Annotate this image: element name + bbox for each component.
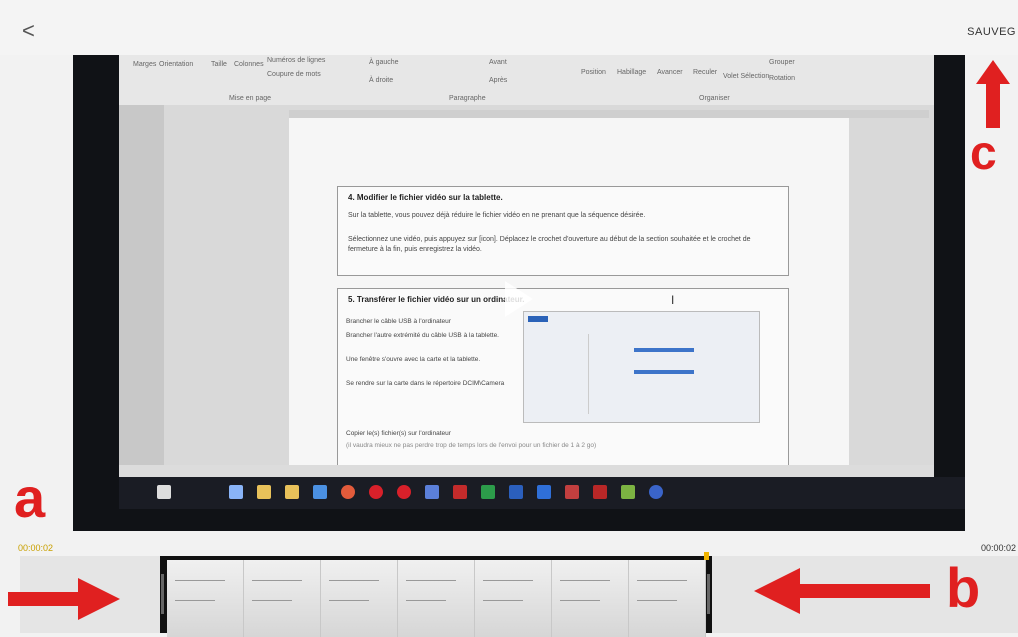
annotation-arrow-up-icon [976, 60, 1010, 84]
taskbar-icon [285, 485, 299, 499]
top-bar: < SAUVEG [0, 0, 1018, 55]
ribbon-item: Colonnes [234, 61, 264, 68]
taskbar-icon [509, 485, 523, 499]
ribbon-item: Après [489, 77, 508, 84]
ribbon-item: Marges [133, 61, 157, 68]
taskbar-icon [397, 485, 411, 499]
annotation-letter-c: c [970, 127, 997, 180]
section-4-box: 4. Modifier le fichier vidéo sur la tabl… [337, 186, 789, 276]
word-ribbon: Marges Orientation Taille Colonnes Numér… [119, 55, 934, 105]
section-4-paragraph-2: Sélectionnez une vidéo, puis appuyez sur… [348, 236, 751, 253]
ribbon-item: À gauche [369, 59, 399, 66]
windows-taskbar [119, 477, 965, 509]
taskbar-icon [593, 485, 607, 499]
taskbar-icon [257, 485, 271, 499]
ribbon-item: Orientation [159, 61, 194, 68]
taskbar-icon [565, 485, 579, 499]
ribbon-item: À droite [369, 77, 394, 84]
trim-selection[interactable] [160, 556, 712, 637]
taskbar-icon [341, 485, 355, 499]
timeline-frame [475, 560, 552, 637]
ribbon-item: Numéros de lignes [267, 57, 326, 64]
current-time: 00:00:02 [18, 543, 54, 553]
timeline-frame [552, 560, 629, 637]
end-time: 00:00:02 [980, 543, 1016, 553]
ribbon-group-label: Paragraphe [449, 95, 486, 102]
ribbon-item: Grouper [769, 59, 795, 66]
back-chevron-icon: < [22, 18, 35, 43]
taskbar-icon [369, 485, 383, 499]
ribbon-item: Reculer [693, 69, 718, 76]
taskbar-icon [537, 485, 551, 499]
ruler [289, 110, 929, 118]
taskbar-icon [453, 485, 467, 499]
explorer-screenshot [523, 311, 760, 423]
trim-start-handle[interactable] [161, 574, 164, 614]
left-margin-pane [119, 105, 164, 465]
word-status-bar [119, 465, 934, 477]
ribbon-group-label: Mise en page [229, 95, 272, 102]
ribbon-item: Rotation [769, 75, 796, 82]
timeline-frame [167, 560, 244, 637]
taskbar-icon [313, 485, 327, 499]
annotation-letter-b: b [946, 556, 981, 619]
annotation-arrow-left-icon [754, 568, 930, 614]
ribbon-group-label: Organiser [699, 95, 730, 102]
annotation-arrow-right-icon [8, 578, 120, 620]
taskbar-icon [621, 485, 635, 499]
timeline-frame [398, 560, 475, 637]
taskbar-icon [481, 485, 495, 499]
taskbar-icon [425, 485, 439, 499]
section-4-heading: 4. Modifier le fichier vidéo sur la tabl… [348, 193, 503, 202]
save-button[interactable]: SAUVEG [967, 26, 1016, 38]
play-icon[interactable] [505, 281, 533, 317]
ribbon-item: Avant [489, 59, 507, 66]
ribbon-item: Avancer [657, 69, 683, 76]
annotation-arrow-shaft [986, 84, 1000, 128]
ribbon-item: Coupure de mots [267, 71, 321, 78]
bullet-item: Une fenêtre s'ouvre avec la carte et la … [346, 356, 481, 363]
ribbon-item: Volet Sélection [723, 73, 770, 80]
footnote: (il vaudra mieux ne pas perdre trop de t… [346, 442, 597, 449]
taskbar-icon [649, 485, 663, 499]
section-5-heading: 5. Transférer le fichier vidéo sur un or… [348, 295, 525, 304]
section-5-box: 5. Transférer le fichier vidéo sur un or… [337, 288, 789, 470]
ribbon-item: Taille [211, 61, 227, 68]
timeline-frame [244, 560, 321, 637]
annotation-letter-a: a [14, 466, 46, 529]
back-button[interactable]: < [22, 20, 35, 42]
windows-start-icon [157, 485, 171, 499]
video-preview[interactable]: Marges Orientation Taille Colonnes Numér… [73, 55, 965, 531]
bullet-item: Se rendre sur la carte dans le répertoir… [346, 380, 505, 387]
taskbar-icon [229, 485, 243, 499]
playhead[interactable] [704, 552, 709, 560]
timeline-frame [629, 560, 706, 637]
filmed-screen: Marges Orientation Taille Colonnes Numér… [119, 55, 934, 477]
ribbon-item: Position [581, 69, 606, 76]
bullet-item: Brancher le câble USB à l'ordinateur [346, 318, 451, 325]
trim-end-handle[interactable] [707, 574, 710, 614]
document-page: 4. Modifier le fichier vidéo sur la tabl… [289, 118, 849, 470]
bullet-item: Brancher l'autre extrémité du câble USB … [346, 332, 499, 339]
timeline-frame [321, 560, 398, 637]
bullet-item: Copier le(s) fichier(s) sur l'ordinateur [346, 430, 451, 437]
section-4-paragraph-1: Sur la tablette, vous pouvez déjà réduir… [348, 212, 646, 219]
text-cursor-icon: I [671, 293, 675, 307]
ribbon-item: Habillage [617, 69, 647, 76]
